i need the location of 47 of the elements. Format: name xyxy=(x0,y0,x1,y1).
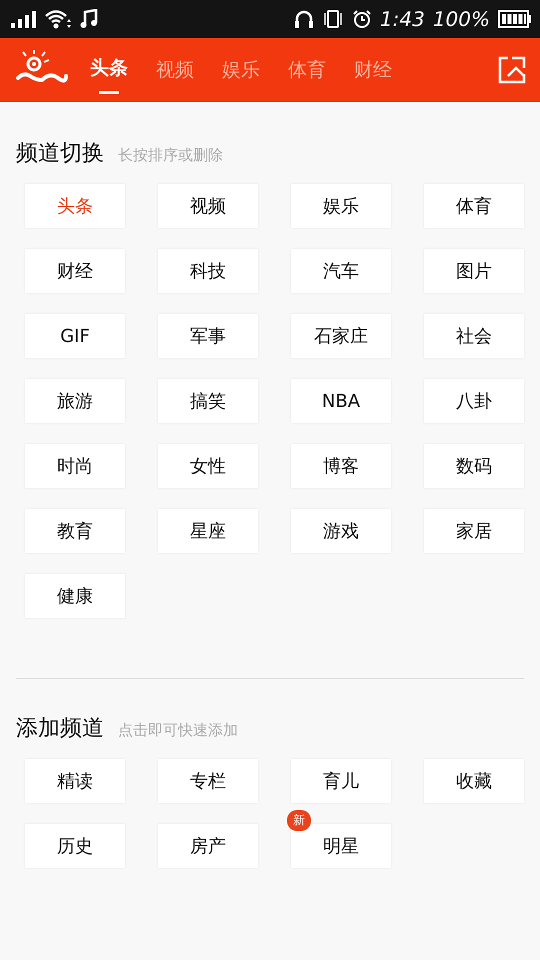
channel-button[interactable]: 星座 xyxy=(158,509,258,553)
channel-button[interactable]: 搞笑 xyxy=(158,379,258,423)
battery-icon xyxy=(498,10,532,28)
channel-button[interactable]: 专栏 xyxy=(158,759,258,803)
channel-button[interactable]: 财经 xyxy=(25,249,125,293)
section-hint: 点击即可快速添加 xyxy=(118,721,238,740)
new-badge: 新 xyxy=(287,810,311,831)
channel-button[interactable]: 游戏 xyxy=(291,509,391,553)
channel-button[interactable]: 家居 xyxy=(424,509,524,553)
battery-percent: 100% xyxy=(432,7,490,31)
channel-button[interactable]: GIF xyxy=(25,314,125,358)
section-title: 频道切换 xyxy=(16,140,104,168)
channel-button[interactable]: 石家庄 xyxy=(291,314,391,358)
channel-button[interactable]: 图片 xyxy=(424,249,524,293)
channel-button[interactable]: 精读 xyxy=(25,759,125,803)
channel-button[interactable]: 体育 xyxy=(424,184,524,228)
channel-button[interactable]: 头条 xyxy=(25,184,125,228)
channel-button[interactable]: 房产 xyxy=(158,824,258,868)
channel-button[interactable]: 汽车 xyxy=(291,249,391,293)
wifi-icon xyxy=(44,9,72,29)
alarm-icon xyxy=(352,9,372,29)
channel-button[interactable]: 明星 xyxy=(291,824,391,868)
section-hint: 长按排序或删除 xyxy=(118,146,223,165)
channel-button[interactable]: 育儿 xyxy=(291,759,391,803)
section-title: 添加频道 xyxy=(16,715,104,743)
channel-button[interactable]: 时尚 xyxy=(25,444,125,488)
channel-button[interactable]: 历史 xyxy=(25,824,125,868)
vibrate-icon xyxy=(322,9,344,29)
channel-button[interactable]: 视频 xyxy=(158,184,258,228)
channel-button[interactable]: 女性 xyxy=(158,444,258,488)
channel-button[interactable]: 娱乐 xyxy=(291,184,391,228)
channel-button[interactable]: 科技 xyxy=(158,249,258,293)
channel-button[interactable]: 收藏 xyxy=(424,759,524,803)
channel-button[interactable]: 八卦 xyxy=(424,379,524,423)
channel-button[interactable]: 健康 xyxy=(25,574,125,618)
channel-button[interactable]: 军事 xyxy=(158,314,258,358)
channel-button[interactable]: NBA xyxy=(291,379,391,423)
channel-button[interactable]: 博客 xyxy=(291,444,391,488)
channel-button[interactable]: 数码 xyxy=(424,444,524,488)
signal-icon xyxy=(10,10,36,28)
channel-button[interactable]: 旅游 xyxy=(25,379,125,423)
channel-button[interactable]: 社会 xyxy=(424,314,524,358)
music-note-icon xyxy=(80,9,98,29)
collapse-icon[interactable] xyxy=(498,56,526,84)
clock-time: 1:43 xyxy=(380,7,425,31)
headphones-icon xyxy=(294,9,314,29)
channel-button[interactable]: 教育 xyxy=(25,509,125,553)
